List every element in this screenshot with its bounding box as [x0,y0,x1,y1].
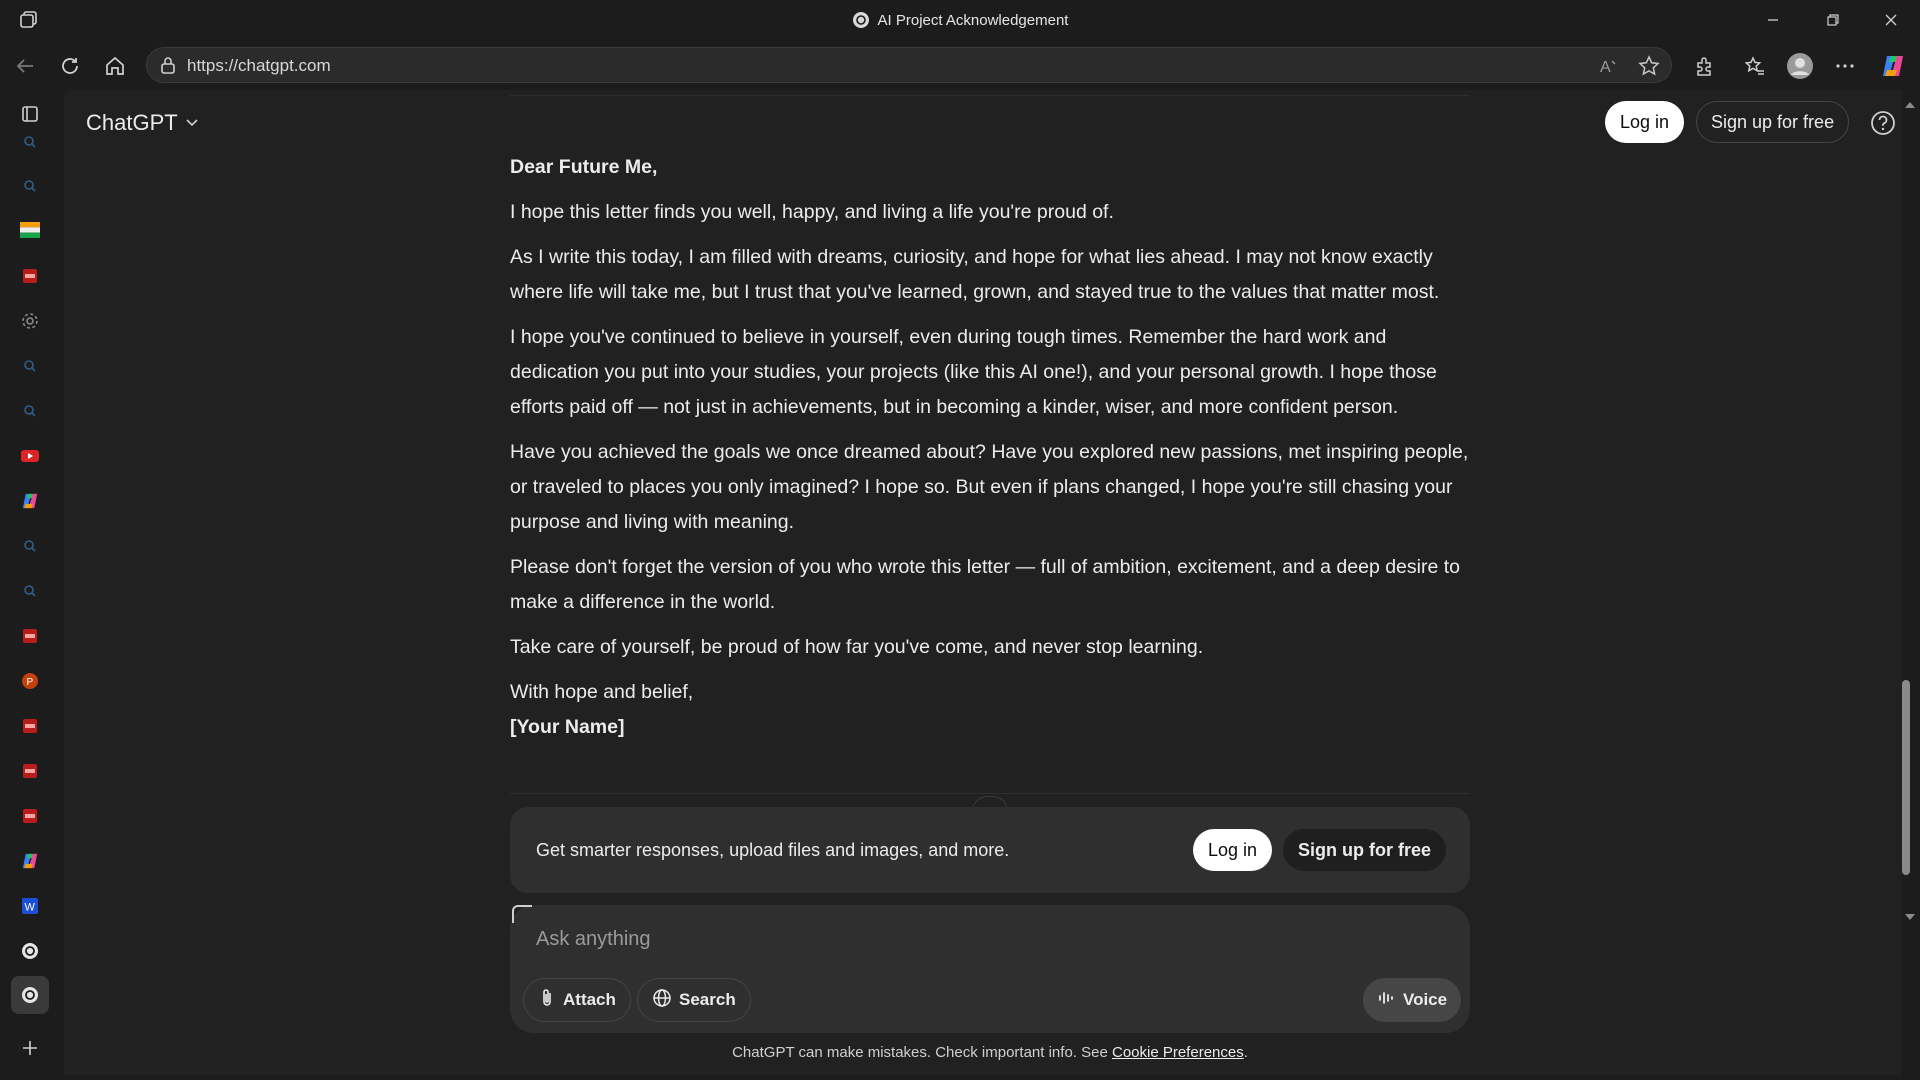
chatgpt-icon[interactable] [18,983,42,1007]
voice-waveform-icon [1377,989,1395,1012]
promo-login-button[interactable]: Log in [1193,829,1273,871]
copilot-icon[interactable] [18,849,42,873]
letter-paragraph: I hope you've continued to believe in yo… [510,326,1437,418]
copilot-icon[interactable] [18,489,42,513]
letter-paragraph: Have you achieved the goals we once drea… [510,441,1469,533]
search-label: Search [679,990,736,1009]
paperclip-icon [538,988,556,1013]
copilot-icon[interactable] [1878,51,1908,81]
voice-button[interactable]: Voice [1363,978,1462,1022]
voice-label: Voice [1403,990,1448,1009]
disclaimer-text: ChatGPT can make mistakes. Check importa… [732,1044,1108,1061]
letter-signature: [Your Name] [510,716,625,738]
header-login-button[interactable]: Log in [1605,101,1685,143]
address-bar[interactable]: https://chatgpt.com A [146,47,1672,83]
brand-name: ChatGPT [86,110,178,135]
browser-toolbar: https://chatgpt.com A [0,40,1920,90]
search-icon[interactable] [18,354,42,378]
india-flag-icon[interactable] [18,218,42,242]
close-window-button[interactable] [1868,6,1914,34]
assistant-message: Dear Future Me, I hope this letter finds… [510,150,1480,745]
search-icon[interactable] [18,534,42,558]
letter-paragraph: Please don't forget the version of you w… [510,556,1460,613]
chatgpt-favicon-icon [852,11,870,29]
header-signup-button[interactable]: Sign up for free [1696,101,1850,143]
globe-icon [652,988,672,1013]
lock-icon[interactable] [159,56,177,81]
page-scrollbar[interactable] [1900,90,1920,1075]
svg-text:A: A [1600,59,1611,76]
add-icon[interactable] [18,1036,42,1060]
composer: Ask anything Attach Search Voice [510,905,1470,1033]
window-title-text: AI Project Acknowledgement [877,12,1069,29]
chevron-down-icon [184,110,200,136]
message-divider [510,95,1470,96]
search-icon[interactable] [18,579,42,603]
favorite-star-icon[interactable] [1637,54,1661,78]
powerpoint-icon[interactable]: P [18,669,42,693]
window-title: AI Project Acknowledgement [0,11,1920,29]
settings-icon[interactable] [18,309,42,333]
cookie-preferences-link[interactable]: Cookie Preferences [1112,1044,1244,1061]
chatgpt-icon[interactable] [18,939,42,963]
attach-label: Attach [563,990,616,1009]
minimize-button[interactable] [1750,6,1796,34]
refresh-button[interactable] [55,51,85,81]
svg-text:W: W [25,902,36,914]
search-icon[interactable] [18,174,42,198]
content-divider [510,793,1470,794]
scrollbar-thumb[interactable] [1902,680,1910,875]
help-icon[interactable] [1870,110,1896,136]
footer-disclaimer: ChatGPT can make mistakes. Check importa… [510,1044,1470,1061]
search-icon[interactable] [18,399,42,423]
attach-button[interactable]: Attach [523,978,631,1022]
title-bar: AI Project Acknowledgement [0,0,1920,40]
extensions-icon[interactable] [1689,51,1719,81]
restore-button[interactable] [1810,6,1856,34]
search-icon[interactable] [18,130,42,154]
promo-text: Get smarter responses, upload files and … [536,840,1010,860]
browser-sidebar: P W [0,90,62,1080]
youtube-icon[interactable] [18,444,42,468]
pdf-icon[interactable] [18,624,42,648]
pdf-icon[interactable] [18,804,42,828]
letter-greeting: Dear Future Me, [510,156,658,178]
disclaimer-end: . [1243,1044,1248,1061]
prompt-input[interactable]: Ask anything [536,928,651,951]
home-button[interactable] [100,51,130,81]
pdf-icon[interactable] [18,714,42,738]
letter-closing: With hope and belief, [510,681,694,703]
model-selector[interactable]: ChatGPT [86,110,200,136]
tab-actions-icon[interactable] [18,102,42,126]
letter-paragraph: As I write this today, I am filled with … [510,246,1440,303]
pdf-icon[interactable] [18,264,42,288]
more-options-icon[interactable] [1830,51,1860,81]
letter-signoff: With hope and belief, [Your Name] [510,675,1480,745]
favorites-icon[interactable] [1740,51,1770,81]
promo-signup-button[interactable]: Sign up for free [1283,829,1447,871]
composer-corner-mark [512,905,532,923]
letter-paragraph: Take care of yourself, be proud of how f… [510,636,1204,658]
read-aloud-icon[interactable]: A [1597,54,1621,78]
signup-promo-banner: Get smarter responses, upload files and … [510,807,1470,893]
pdf-icon[interactable] [18,759,42,783]
url-text[interactable]: https://chatgpt.com [187,56,331,76]
profile-avatar-icon[interactable] [1785,51,1815,81]
svg-text:P: P [27,677,34,688]
word-icon[interactable]: W [18,894,42,918]
back-button[interactable] [10,51,40,81]
search-button[interactable]: Search [637,978,751,1022]
letter-paragraph: I hope this letter finds you well, happy… [510,201,1114,223]
